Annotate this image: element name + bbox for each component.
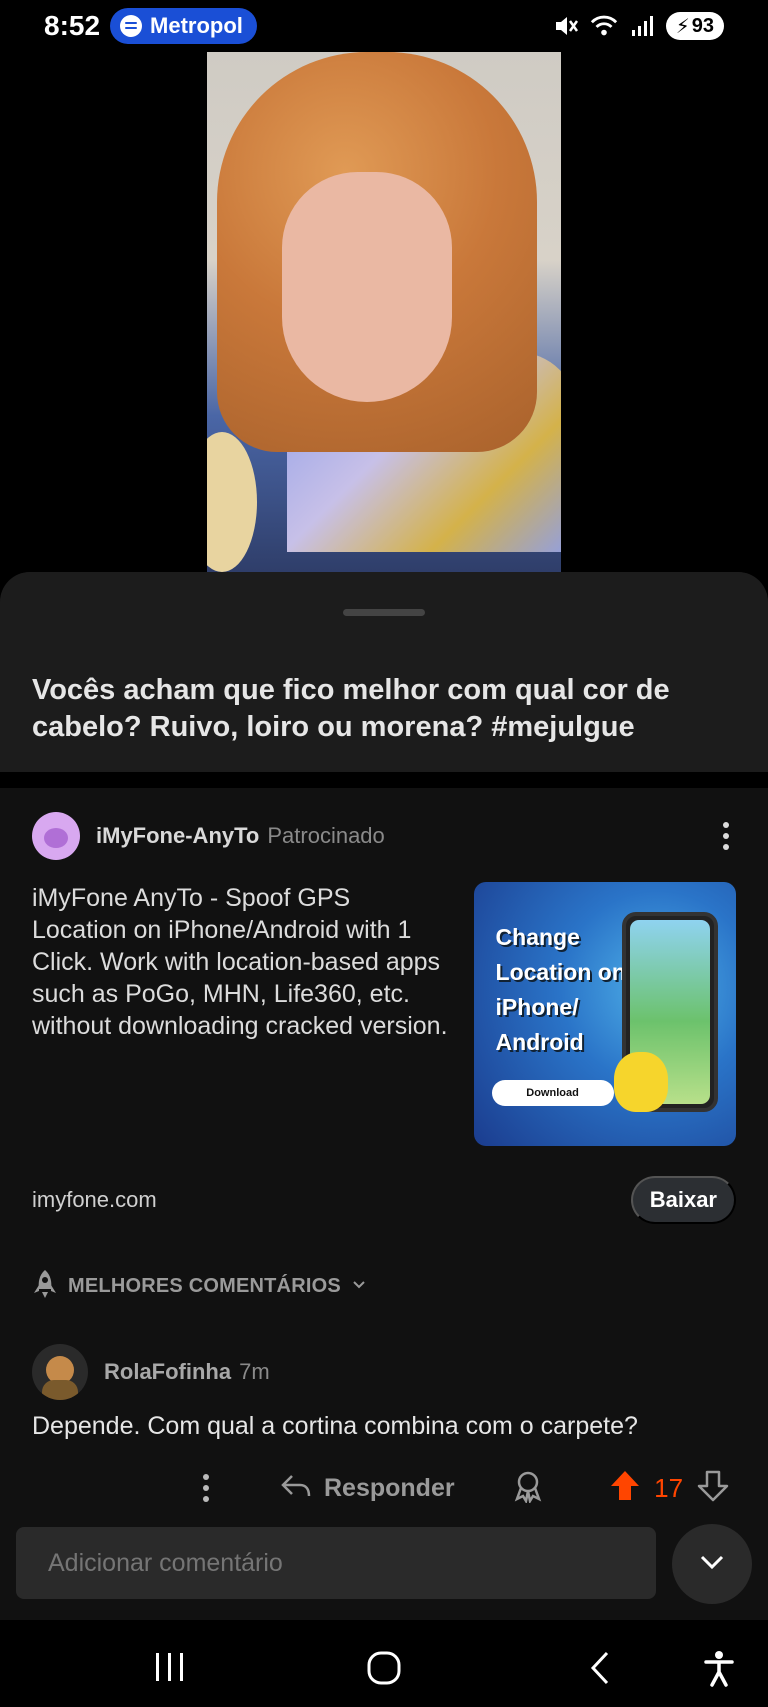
reply-icon [280,1472,312,1505]
ad-image-download-label: Download [491,1080,614,1106]
comment-input[interactable] [48,1548,624,1578]
recents-icon[interactable] [150,1650,190,1689]
signal-icon [628,14,656,38]
chevron-down-icon [697,1552,727,1577]
reply-label: Responder [324,1473,455,1502]
ad-footer: imyfone.com Baixar [32,1176,736,1224]
chevron-down-icon [351,1277,367,1295]
drag-handle[interactable] [343,609,425,616]
comment-header: RolaFofinha 7m [32,1344,736,1400]
charging-icon: ⚡ [675,15,690,38]
comment-actions: Responder 17 [32,1468,736,1508]
ad-text[interactable]: iMyFone AnyTo - Spoof GPS Location on iP… [32,882,450,1146]
video-globe-shape [207,432,257,572]
ad-domain[interactable]: imyfone.com [32,1187,157,1213]
ad-image[interactable]: Change Location on iPhone/ Android Downl… [473,882,736,1146]
ad-body: iMyFone AnyTo - Spoof GPS Location on iP… [32,882,736,1146]
system-nav-bar [0,1620,768,1707]
sponsored-post[interactable]: iMyFone-AnyTo Patrocinado iMyFone AnyTo … [0,812,768,1224]
comment-body: Depende. Com qual a cortina combina com … [32,1412,638,1440]
status-icons: ⚡ 93 [552,12,724,40]
post-title: Vocês acham que fico melhor com qual cor… [32,674,670,743]
media-chip[interactable]: Metropol [110,8,257,44]
back-icon[interactable] [585,1650,615,1691]
video-face-shape [282,172,452,402]
comment-sort-selector[interactable]: MELHORES COMENTÁRIOS [0,1266,768,1306]
comment-author[interactable]: RolaFofinha [104,1359,231,1385]
comment-composer[interactable] [16,1527,656,1599]
wifi-icon [590,14,618,38]
sort-label: MELHORES COMENTÁRIOS [68,1274,341,1297]
comment: RolaFofinha 7m Depende. Com qual a corti… [0,1344,768,1508]
comment-more-options-icon[interactable] [196,1474,216,1502]
avatar[interactable] [32,1344,88,1400]
status-bar: 8:52 Metropol ⚡ 93 [0,0,768,52]
downvote-icon[interactable] [697,1469,729,1508]
battery-level: 93 [691,14,714,37]
status-time: 8:52 [44,10,101,41]
sheet-header[interactable] [0,572,768,652]
section-divider [0,772,768,788]
award-icon[interactable] [511,1469,545,1508]
collapse-sheet-button[interactable] [672,1524,752,1604]
ad-header: iMyFone-AnyTo Patrocinado [32,812,736,860]
ad-cta-button[interactable]: Baixar [630,1176,736,1224]
vote-controls: 17 [609,1469,729,1508]
reply-button[interactable]: Responder [280,1472,455,1505]
advertiser-name[interactable]: iMyFone-AnyTo [96,823,259,849]
comment-time: 7m [239,1359,270,1384]
home-icon[interactable] [365,1650,403,1691]
advertiser-avatar[interactable] [32,812,80,860]
accessibility-icon[interactable] [703,1650,735,1693]
media-chip-label: Metropol [150,13,243,38]
battery-indicator: ⚡ 93 [665,12,724,40]
post-title-area: Vocês acham que fico melhor com qual cor… [0,652,768,772]
sponsored-label: Patrocinado [267,823,385,848]
spotify-icon [120,15,143,37]
vote-score: 17 [654,1472,684,1503]
rocket-icon [32,1269,58,1304]
upvote-icon[interactable] [609,1469,641,1508]
ad-more-options-icon[interactable] [716,822,736,850]
ad-image-headline: Change Location on iPhone/ Android [495,924,626,1055]
mute-icon [552,14,580,38]
post-video[interactable] [207,52,561,572]
ad-mascot-graphic [613,1052,668,1112]
